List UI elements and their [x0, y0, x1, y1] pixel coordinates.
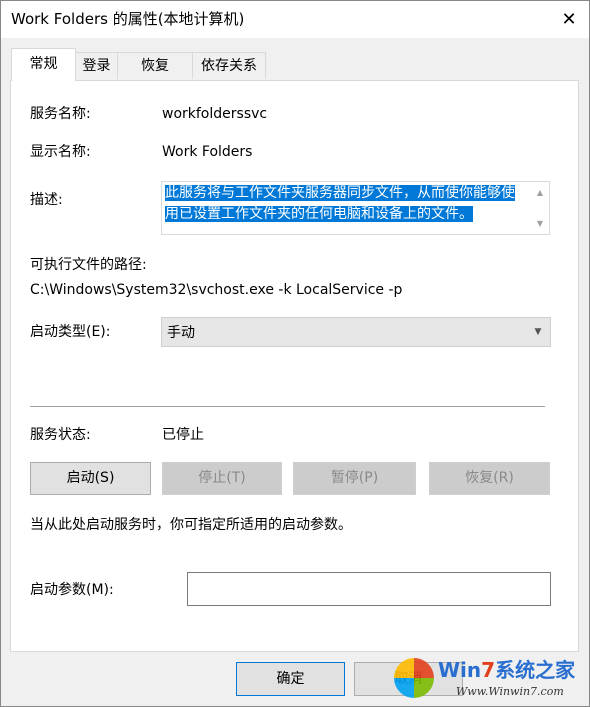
display-name-label: 显示名称: — [30, 144, 91, 160]
tab-general[interactable]: 常规 — [11, 48, 76, 81]
tab-logon[interactable]: 登录 — [75, 52, 118, 79]
exe-path-value: C:\Windows\System32\svchost.exe -k Local… — [30, 282, 403, 298]
pause-button[interactable]: 暂停(P) — [293, 462, 416, 495]
chevron-down-icon: ▼ — [534, 327, 542, 337]
start-params-input[interactable] — [187, 572, 551, 606]
description-label: 描述: — [30, 192, 63, 208]
service-status-label: 服务状态: — [30, 427, 91, 443]
resume-button[interactable]: 恢复(R) — [429, 462, 550, 495]
scroll-up-icon[interactable]: ▲ — [532, 185, 548, 201]
windows-logo-icon — [394, 658, 434, 698]
startup-type-value: 手动 — [167, 325, 195, 341]
divider — [30, 406, 545, 407]
ok-button[interactable]: 确定 — [236, 662, 345, 696]
watermark-brand-win: Win — [438, 658, 482, 682]
display-name-value: Work Folders — [162, 144, 253, 160]
service-status-value: 已停止 — [162, 427, 204, 443]
description-textbox[interactable]: 此服务将与工作文件夹服务器同步文件，从而使你能够使用已设置工作文件夹的任何电脑和… — [161, 181, 550, 235]
stop-button[interactable]: 停止(T) — [162, 462, 282, 495]
start-params-label: 启动参数(M): — [30, 582, 114, 598]
service-name-value: workfolderssvc — [162, 106, 268, 122]
watermark-url: Www.Winwin7.com — [456, 685, 564, 698]
exe-path-label: 可执行文件的路径: — [30, 257, 147, 273]
start-params-hint: 当从此处启动服务时，你可指定所适用的启动参数。 — [30, 517, 352, 533]
service-name-label: 服务名称: — [30, 106, 91, 122]
start-button[interactable]: 启动(S) — [30, 462, 151, 495]
tab-recovery[interactable]: 恢复 — [117, 52, 193, 79]
watermark-brand-seven: 7 — [481, 658, 496, 682]
watermark: Win7系统之家 Www.Winwin7.com — [390, 652, 590, 707]
startup-type-label: 启动类型(E): — [30, 324, 111, 340]
general-panel — [10, 80, 579, 652]
scroll-down-icon[interactable]: ▼ — [532, 216, 548, 232]
close-icon[interactable]: ✕ — [548, 0, 590, 38]
startup-type-select[interactable]: 手动 ▼ — [161, 317, 551, 347]
description-text: 此服务将与工作文件夹服务器同步文件，从而使你能够使用已设置工作文件夹的任何电脑和… — [165, 185, 515, 222]
watermark-brand-cn: 系统之家 — [495, 658, 576, 682]
watermark-brand: Win7系统之家 — [438, 658, 575, 682]
tab-dependencies[interactable]: 依存关系 — [192, 52, 266, 79]
window-title: Work Folders 的属性(本地计算机) — [11, 10, 245, 28]
